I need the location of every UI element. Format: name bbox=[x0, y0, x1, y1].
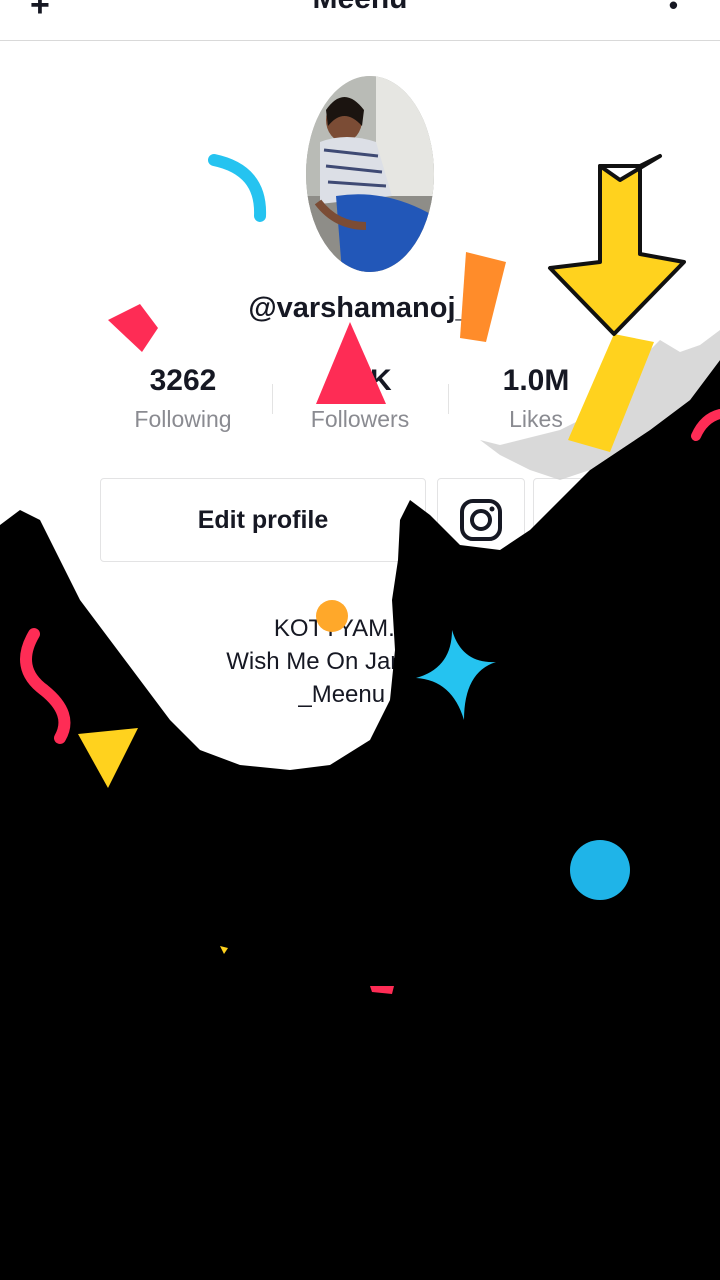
confetti-cyan-arc bbox=[208, 154, 267, 222]
stat-following[interactable]: 3262 Following bbox=[95, 362, 271, 433]
username: @varshamanoj_ bbox=[248, 292, 472, 324]
instagram-icon bbox=[460, 499, 502, 541]
more-dots-icon[interactable]: • bbox=[669, 0, 678, 21]
bio-line: _Meenu 💗 bbox=[298, 681, 422, 708]
bookmark-button[interactable] bbox=[533, 478, 621, 562]
instagram-button[interactable] bbox=[437, 478, 525, 562]
confetti-pink-fragment bbox=[370, 986, 394, 994]
confetti-yellow-triangle bbox=[78, 728, 138, 788]
confetti-pink-arc bbox=[691, 409, 720, 441]
confetti-cyan-dot bbox=[570, 840, 630, 900]
following-label: Following bbox=[134, 406, 232, 432]
confetti-yellow-fragment bbox=[220, 946, 228, 954]
following-count: 3262 bbox=[149, 364, 217, 397]
edit-profile-button[interactable]: Edit profile bbox=[100, 478, 426, 562]
top-bar: + Meenu • bbox=[0, 0, 720, 41]
bookmark-icon bbox=[563, 501, 591, 539]
followers-label: Followers bbox=[310, 406, 410, 432]
bio-line: KOTTYAM...<Er bbox=[273, 615, 447, 642]
likes-count: 1.0M bbox=[502, 364, 570, 397]
avatar[interactable] bbox=[306, 76, 434, 272]
profile-stats: 3262 Following 1.0K Followers 1.0M Likes bbox=[95, 362, 625, 442]
page-title: Meenu bbox=[0, 0, 720, 16]
profile-bio: KOTTYAM...<Er Wish Me On Jan 13 😘😍 _Meen… bbox=[0, 612, 720, 711]
likes-label: Likes bbox=[509, 406, 563, 432]
followers-count: 1.0K bbox=[328, 364, 392, 397]
stat-likes[interactable]: 1.0M Likes bbox=[448, 362, 624, 433]
stat-followers[interactable]: 1.0K Followers bbox=[272, 362, 448, 433]
bio-line: Wish Me On Jan 13 😘😍 bbox=[226, 648, 494, 675]
